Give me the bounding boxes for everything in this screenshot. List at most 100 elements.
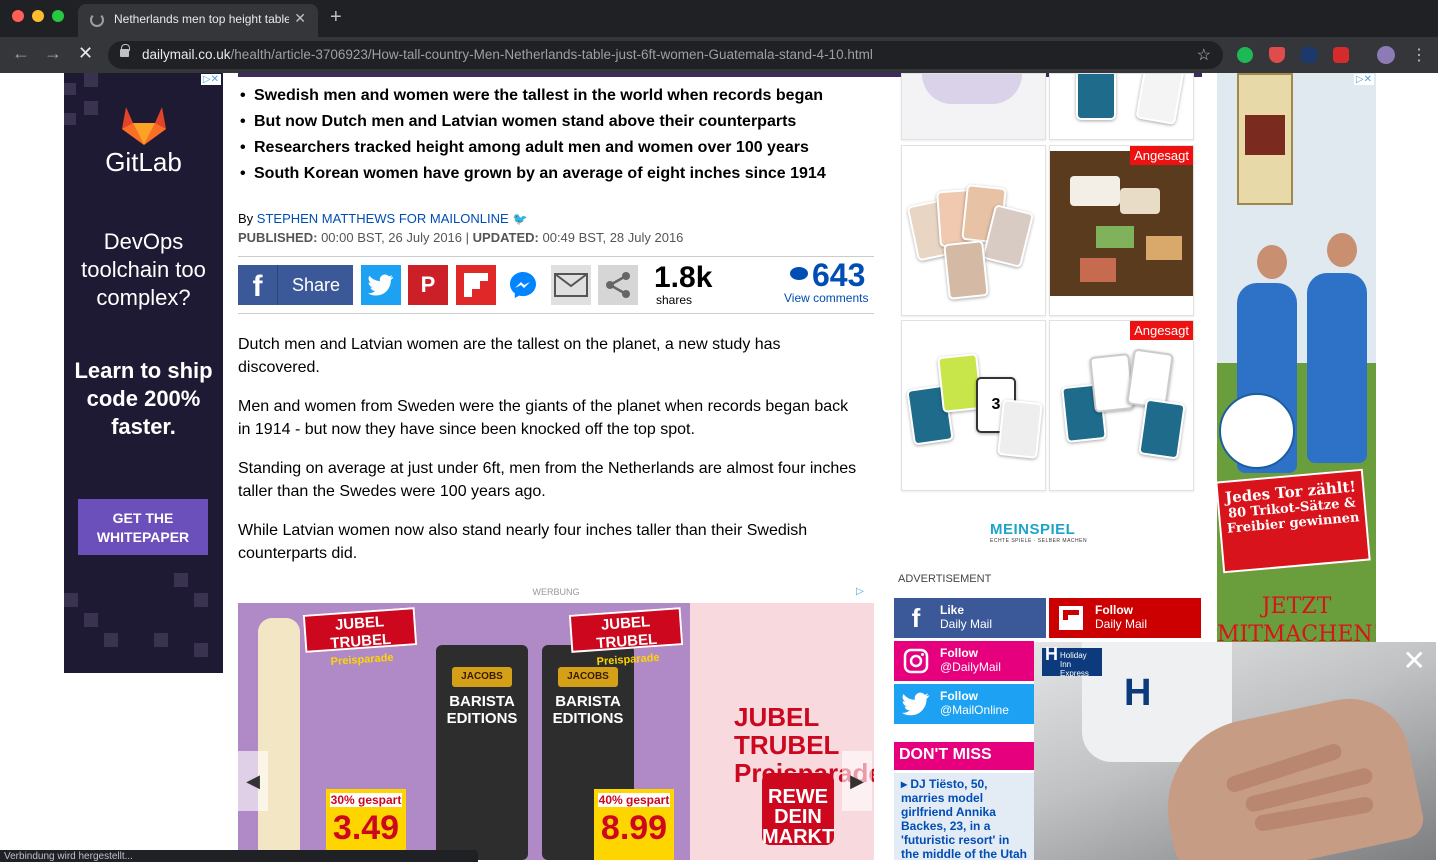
ad-pattern-square [104, 633, 118, 647]
article-paragraph: Dutch men and Latvian women are the tall… [238, 336, 781, 376]
playing-card [997, 399, 1043, 459]
follow-target: Daily Mail [940, 617, 993, 631]
holiday-inn-logo: H Holiday Inn Express [1042, 645, 1102, 678]
gitlab-ad[interactable]: ▷✕ GitLab DevOps toolchain too complex? … [64, 73, 223, 673]
published-date: 00:00 BST, 26 July 2016 [321, 230, 463, 245]
extension-m-icon[interactable] [1333, 47, 1349, 63]
twitter-follow-button[interactable]: Follow @MailOnline [894, 684, 1034, 724]
follow-target: @MailOnline [940, 703, 1009, 717]
bookmark-star-icon[interactable]: ☆ [1197, 45, 1211, 65]
product-tile[interactable]: Angesagt [1049, 320, 1194, 491]
twitter-share-button[interactable] [361, 265, 401, 305]
twitter-icon [368, 274, 394, 296]
rewe-promo-panel: JUBEL TRUBEL Preisparade REWE DEIN MARKT [690, 603, 874, 860]
join-now-cta[interactable]: JETZT MITMACHEN! [1217, 593, 1376, 649]
dont-miss-item[interactable]: ▸ DJ Tiësto, 50, marries model girlfrien… [894, 773, 1034, 860]
flipboard-share-button[interactable] [456, 265, 496, 305]
gitlab-fox-icon [122, 107, 166, 145]
summary-bullet: Researchers tracked height among adult m… [238, 139, 874, 165]
player-head [1327, 233, 1357, 267]
product-tile[interactable] [901, 73, 1046, 140]
carousel-prev-arrow[interactable]: ◀ [238, 751, 268, 811]
pinterest-share-button[interactable]: P [408, 265, 448, 305]
whitepaper-button[interactable]: GET THE WHITEPAPER [78, 499, 208, 555]
menu-kebab-icon[interactable]: ⋮ [1411, 45, 1427, 65]
profile-card [1089, 353, 1135, 413]
author-link[interactable]: STEPHEN MATTHEWS FOR MAILONLINE [257, 211, 509, 226]
back-arrow-icon[interactable]: ← [12, 43, 30, 64]
ad-pattern-square [174, 573, 188, 587]
browser-tab[interactable]: Netherlands men top height table ✕ [78, 4, 318, 37]
jubel-trubel-badge: JUBEL TRUBEL Preisparade [568, 607, 684, 668]
ad-pattern-square [64, 593, 78, 607]
messenger-share-button[interactable] [503, 265, 543, 305]
product-tile[interactable]: 3 [901, 320, 1046, 491]
close-video-icon[interactable]: ✕ [1403, 646, 1426, 676]
profile-avatar[interactable] [1377, 46, 1395, 64]
card-box [1120, 188, 1160, 214]
football-ad[interactable]: ▷✕ Jedes Tor zählt! 80 Trikot-Sätze & Fr… [1217, 73, 1376, 673]
sticky-video-player[interactable]: H H Holiday Inn Express ✕ [1034, 642, 1436, 860]
barista-title: BARISTA EDITIONS [446, 693, 518, 727]
envelope-icon [554, 273, 588, 297]
tab-close-icon[interactable]: ✕ [294, 10, 306, 27]
product-tile[interactable]: Angesagt [1049, 145, 1194, 316]
minimize-window-button[interactable] [32, 10, 44, 22]
web-page: ▷✕ GitLab DevOps toolchain too complex? … [0, 73, 1438, 860]
summary-bullet: Swedish men and women were the tallest i… [238, 87, 874, 113]
dont-miss-headline[interactable]: DJ Tiësto, 50, marries model girlfriend … [901, 777, 1027, 860]
rewe-logo: REWE DEIN MARKT [762, 773, 834, 847]
facebook-like-button[interactable]: f Like Daily Mail [894, 598, 1046, 638]
price-value: 8.99 [600, 809, 668, 847]
barista-title: BARISTA EDITIONS [552, 693, 624, 727]
article-dates: PUBLISHED: 00:00 BST, 26 July 2016 | UPD… [238, 230, 683, 245]
adchoices-icon[interactable]: ▷✕ [200, 74, 221, 85]
view-comments-link[interactable]: View comments [784, 291, 868, 305]
twitter-bird-icon[interactable]: 🐦 [513, 212, 528, 226]
product-tile[interactable] [1049, 73, 1194, 140]
messenger-icon [510, 272, 536, 298]
meinspiel-logo[interactable]: MEINSPIEL [990, 521, 1075, 538]
address-bar[interactable]: dailymail.co.uk/health/article-3706923/H… [108, 41, 1223, 69]
comment-bubble-icon[interactable] [790, 267, 808, 280]
article-paragraph: Men and women from Sweden were the giant… [238, 398, 849, 438]
photo-card [1080, 258, 1116, 282]
stop-loading-icon[interactable]: ✕ [78, 43, 93, 64]
photo-card [943, 240, 989, 300]
shares-count: 1.8k [654, 261, 713, 294]
coffee-bag: JACOBS BARISTA EDITIONS [436, 645, 528, 860]
maximize-window-button[interactable] [52, 10, 64, 22]
forward-arrow-icon[interactable]: → [44, 43, 62, 64]
angesagt-badge: Angesagt [1130, 146, 1193, 165]
price-tag: 40% gespart 8.99 [594, 789, 674, 860]
video-cup-logo: H [1124, 672, 1152, 714]
caret-right-icon: ▸ [901, 777, 908, 791]
extension-green-icon[interactable] [1237, 47, 1253, 63]
extension-hexagon-icon[interactable] [1301, 47, 1317, 63]
carousel-next-arrow[interactable]: ▶ [842, 751, 872, 811]
status-bar: Verbindung wird hergestellt... [0, 850, 478, 862]
product-tile[interactable] [901, 145, 1046, 316]
follow-target: @DailyMail [940, 660, 1001, 674]
flipboard-icon [464, 273, 488, 297]
close-window-button[interactable] [12, 10, 24, 22]
extension-shield-icon[interactable] [1269, 47, 1285, 63]
more-share-button[interactable] [598, 265, 638, 305]
dont-miss-header: DON'T MISS [894, 742, 1034, 768]
article-paragraph: Standing on average at just under 6ft, m… [238, 460, 857, 500]
comments-count[interactable]: 643 [812, 257, 865, 294]
adchoices-icon[interactable]: ▷✕ [1353, 74, 1374, 85]
new-tab-button[interactable]: + [330, 6, 342, 29]
rewe-ad[interactable]: JUBEL TRUBEL Preisparade 30% gespart 3.49… [238, 603, 874, 860]
instagram-follow-button[interactable]: Follow @DailyMail [894, 641, 1034, 681]
url-text[interactable]: dailymail.co.uk/health/article-3706923/H… [142, 47, 873, 62]
beer-bottle [1237, 73, 1293, 205]
flipboard-follow-button[interactable]: Follow Daily Mail [1049, 598, 1201, 638]
article-paragraph: While Latvian women now also stand nearl… [238, 522, 808, 562]
adchoices-icon[interactable]: ▷ [854, 586, 866, 597]
tab-strip: Netherlands men top height table ✕ + [0, 0, 1438, 37]
share-label: Share [292, 275, 341, 295]
facebook-share-button[interactable]: f Share [238, 265, 353, 305]
email-share-button[interactable] [551, 265, 591, 305]
football-player [1307, 273, 1367, 463]
